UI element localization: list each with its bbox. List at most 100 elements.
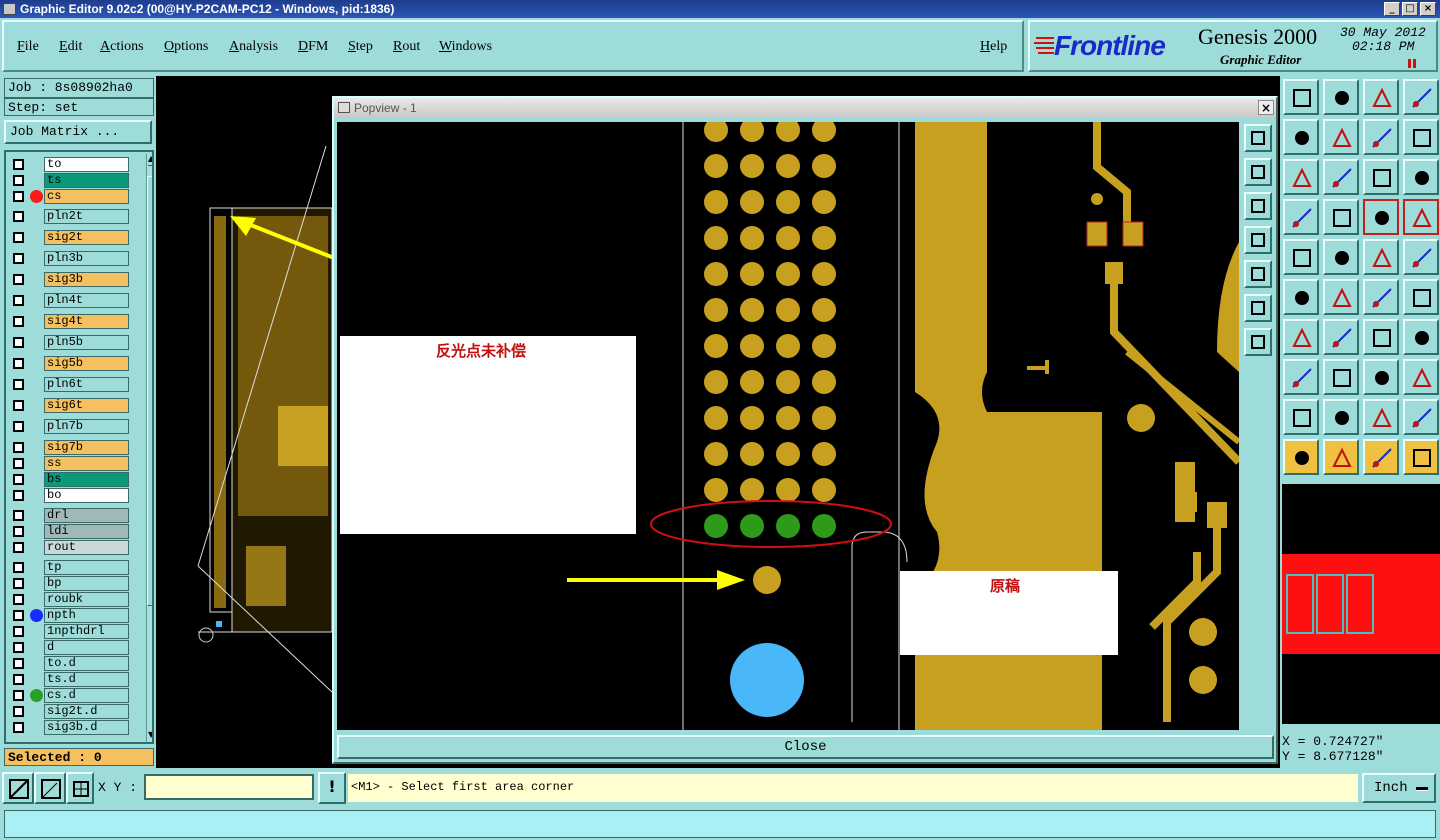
- menu-help[interactable]: Help: [980, 39, 1007, 55]
- layer-row-pln5b[interactable]: pln5b: [9, 335, 129, 350]
- snap-icon[interactable]: [2, 772, 34, 804]
- layer-row-cs.d[interactable]: cs.d: [9, 688, 129, 703]
- popview-zoom-in-button[interactable]: [1244, 158, 1272, 186]
- layer-row-d[interactable]: d: [9, 640, 129, 655]
- window-icon[interactable]: [1403, 79, 1439, 115]
- popview-canvas[interactable]: 反光点未补偿 原稿: [337, 122, 1239, 730]
- layer-name[interactable]: 1npthdrl: [44, 624, 129, 639]
- line-draw-icon[interactable]: [1323, 319, 1359, 355]
- layer-name[interactable]: ts: [44, 173, 129, 188]
- zoom-fit-icon[interactable]: [1283, 159, 1319, 195]
- layer-name[interactable]: pln4t: [44, 293, 129, 308]
- layer-checkbox[interactable]: [13, 626, 24, 637]
- layer-checkbox[interactable]: [13, 358, 24, 369]
- pad-move-icon[interactable]: [1283, 359, 1319, 395]
- job-matrix-button[interactable]: Job Matrix ...: [4, 120, 152, 144]
- layer-name[interactable]: sig6t: [44, 398, 129, 413]
- layer-name[interactable]: sig3b.d: [44, 720, 129, 735]
- move-icon[interactable]: [1363, 279, 1399, 315]
- layer-checkbox[interactable]: [13, 526, 24, 537]
- layer-row-to[interactable]: to: [9, 157, 129, 172]
- layer-row-pln4t[interactable]: pln4t: [9, 293, 129, 308]
- traffic-light-icon[interactable]: [1363, 199, 1399, 235]
- layer-checkbox[interactable]: [13, 316, 24, 327]
- layer-row-bs[interactable]: bs: [9, 472, 129, 487]
- layer-row-tp[interactable]: tp: [9, 560, 129, 575]
- route-icon[interactable]: [1403, 439, 1439, 475]
- layer-row-ts[interactable]: ts: [9, 173, 129, 188]
- menu-dfm[interactable]: DFM: [298, 39, 328, 55]
- layer-name[interactable]: rout: [44, 540, 129, 555]
- add-line-icon[interactable]: [1323, 239, 1359, 275]
- layer-checkbox[interactable]: [13, 379, 24, 390]
- layer-checkbox[interactable]: [13, 594, 24, 605]
- menu-actions[interactable]: Actions: [100, 39, 144, 55]
- layer-name[interactable]: bs: [44, 472, 129, 487]
- popview-fit-button[interactable]: [1244, 294, 1272, 322]
- undo-icon[interactable]: [1283, 119, 1319, 155]
- layer-name[interactable]: cs.d: [44, 688, 129, 703]
- layer-checkbox[interactable]: [13, 722, 24, 733]
- redo-icon[interactable]: [1323, 119, 1359, 155]
- arc-icon[interactable]: [1363, 319, 1399, 355]
- connect-icon[interactable]: [1283, 279, 1319, 315]
- layer-row-rout[interactable]: rout: [9, 540, 129, 555]
- layer-checkbox[interactable]: [13, 421, 24, 432]
- menu-file[interactable]: File: [17, 39, 39, 55]
- pause-icon[interactable]: [1408, 59, 1416, 68]
- layer-checkbox[interactable]: [13, 542, 24, 553]
- layer-name[interactable]: ts.d: [44, 672, 129, 687]
- layer-name[interactable]: sig2t.d: [44, 704, 129, 719]
- layer-name[interactable]: bp: [44, 576, 129, 591]
- layer-row-npth[interactable]: npth: [9, 608, 129, 623]
- menu-step[interactable]: Step: [348, 39, 373, 55]
- layer-row-drl[interactable]: drl: [9, 508, 129, 523]
- units-selector[interactable]: Inch: [1362, 773, 1436, 803]
- popview-zoom-out-button[interactable]: [1244, 192, 1272, 220]
- popview-pan-left-button[interactable]: [1244, 226, 1272, 254]
- layer-row-bp[interactable]: bp: [9, 576, 129, 591]
- layer-checkbox[interactable]: [13, 490, 24, 501]
- grid-view-icon[interactable]: [1323, 199, 1359, 235]
- layer-row-pln7b[interactable]: pln7b: [9, 419, 129, 434]
- layer-checkbox[interactable]: [13, 337, 24, 348]
- layer-name[interactable]: pln6t: [44, 377, 129, 392]
- menu-analysis[interactable]: Analysis: [229, 39, 278, 55]
- line-move-icon[interactable]: [1323, 359, 1359, 395]
- layer-name[interactable]: pln2t: [44, 209, 129, 224]
- layer-list-scrollbar[interactable]: ▲ ▼: [146, 154, 152, 742]
- pointer-icon[interactable]: [1283, 439, 1319, 475]
- layer-name[interactable]: pln3b: [44, 251, 129, 266]
- layer-checkbox[interactable]: [13, 474, 24, 485]
- select-pad-icon[interactable]: [1403, 239, 1439, 275]
- popview-close-button[interactable]: Close: [337, 735, 1274, 759]
- text-icon[interactable]: [1403, 319, 1439, 355]
- layer-checkbox[interactable]: [13, 562, 24, 573]
- layer-checkbox[interactable]: [13, 458, 24, 469]
- layer-list-scroll-thumb[interactable]: [147, 176, 152, 606]
- triangle-icon[interactable]: [1283, 399, 1319, 435]
- popview-zoom-window-button[interactable]: [1244, 124, 1272, 152]
- close-window-button[interactable]: ×: [1420, 2, 1436, 16]
- save-icon[interactable]: [1323, 79, 1359, 115]
- layer-checkbox[interactable]: [13, 706, 24, 717]
- layer-name[interactable]: sig2t: [44, 230, 129, 245]
- traffic-light-2-icon[interactable]: [1403, 199, 1439, 235]
- layer-row-ldi[interactable]: ldi: [9, 524, 129, 539]
- triangle-4-icon[interactable]: [1403, 399, 1439, 435]
- menu-rout[interactable]: Rout: [393, 39, 420, 55]
- pointer-box-icon[interactable]: [1363, 439, 1399, 475]
- layer-checkbox[interactable]: [13, 175, 24, 186]
- layer-name[interactable]: sig4t: [44, 314, 129, 329]
- popview-center-button[interactable]: [1244, 328, 1272, 356]
- group-icon[interactable]: [1403, 359, 1439, 395]
- layer-row-roubk[interactable]: roubk: [9, 592, 129, 607]
- mini-overview[interactable]: [1282, 484, 1440, 724]
- layer-checkbox[interactable]: [13, 642, 24, 653]
- layer-row-ts.d[interactable]: ts.d: [9, 672, 129, 687]
- measure-icon[interactable]: [34, 772, 66, 804]
- layer-checkbox[interactable]: [13, 253, 24, 264]
- layer-row-sig2t[interactable]: sig2t: [9, 230, 129, 245]
- maximize-button[interactable]: □: [1402, 2, 1418, 16]
- add-pad-icon[interactable]: [1283, 239, 1319, 275]
